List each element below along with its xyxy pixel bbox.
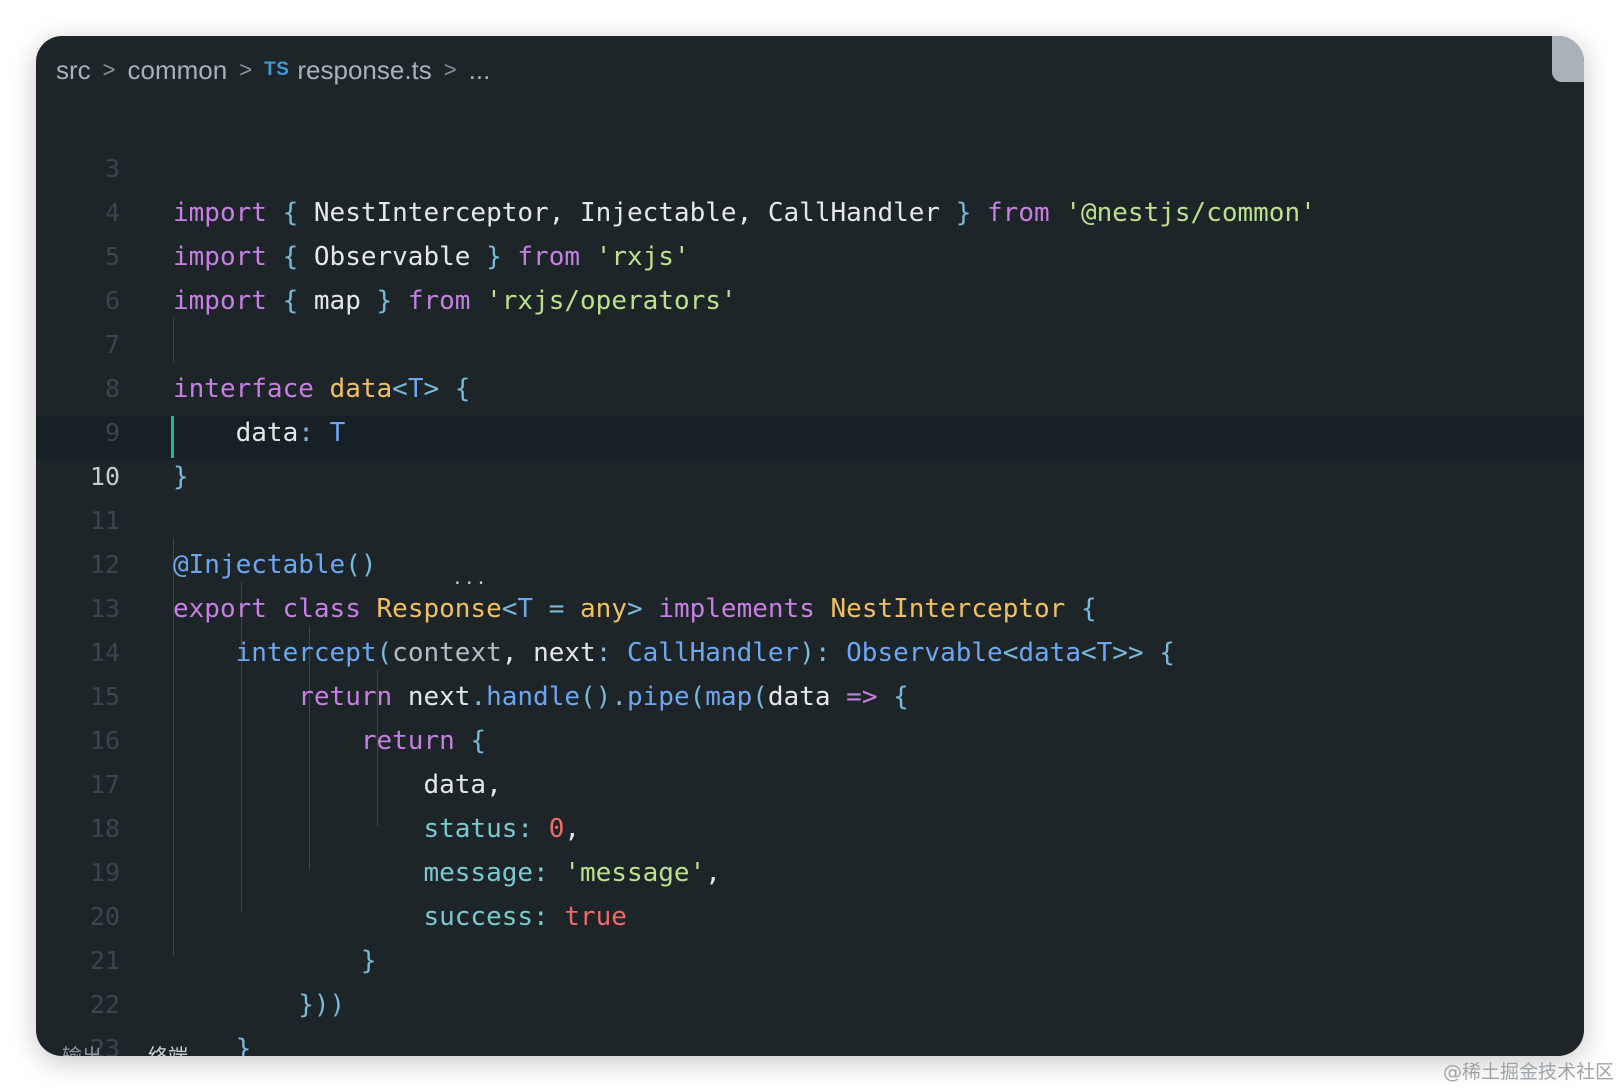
line-content: import { Observable } from 'rxjs'	[173, 242, 690, 272]
code-line: 6	[36, 235, 130, 315]
code-line: 15 return {	[36, 631, 486, 756]
breadcrumb-item-symbols[interactable]: ...	[469, 55, 491, 86]
chevron-right-icon: >	[102, 57, 116, 82]
code-line: 11 @Injectable()	[36, 455, 377, 580]
chevron-right-icon: >	[239, 57, 253, 82]
code-line: 14 return next.handle().pipe(map(data =>…	[36, 587, 909, 712]
code-line: 18 message: 'message',	[36, 763, 721, 888]
line-content: intercept(context, next: CallHandler): O…	[235, 638, 1175, 668]
code-line-active: 10	[36, 411, 130, 491]
line-content: @Injectable()	[173, 550, 377, 580]
scrollbar-thumb[interactable]	[1552, 36, 1584, 82]
tab-terminal[interactable]: 终端	[148, 1040, 188, 1056]
line-content: import { map } from 'rxjs/operators'	[173, 286, 737, 316]
code-line: 23 }	[36, 983, 130, 1056]
code-line: 16 data,	[36, 675, 502, 800]
line-content: success: true	[423, 902, 627, 932]
code-line: 7 interface data<T> {	[36, 279, 471, 404]
watermark: @稀土掘金技术社区	[1442, 1061, 1614, 1083]
line-content: message: 'message',	[423, 858, 721, 888]
line-content: }	[173, 462, 189, 492]
code-line: 13 intercept(context, next: CallHandler)…	[36, 543, 1175, 668]
breadcrumb-item-common[interactable]: common	[128, 55, 228, 86]
line-content: return next.handle().pipe(map(data => {	[298, 682, 909, 712]
code-line: 19 success: true	[36, 807, 627, 932]
code-line: 9 }	[36, 367, 189, 492]
breadcrumb: src > common > TS response.ts > ...	[56, 50, 490, 90]
line-content: data,	[423, 770, 502, 800]
line-content: return {	[360, 726, 487, 756]
code-line: 20 }	[36, 851, 377, 976]
line-content: interface data<T> {	[173, 374, 471, 404]
chevron-right-icon: >	[443, 57, 457, 82]
breadcrumb-item-src[interactable]: src	[56, 55, 91, 86]
panel-tabs: 输出 终端	[62, 1040, 188, 1056]
line-content: }))	[298, 990, 346, 1020]
line-content: }	[360, 946, 377, 976]
code-line: 21 }))	[36, 895, 345, 1020]
code-line: 4 import { Observable } from 'rxjs'	[36, 147, 690, 272]
line-content: status: 0,	[423, 814, 580, 844]
typescript-file-icon: TS	[264, 59, 290, 80]
code-line: 5 import { map } from 'rxjs/operators'	[36, 191, 737, 316]
line-content: import { NestInterceptor, Injectable, Ca…	[173, 198, 1316, 228]
code-area[interactable]: 3 import { NestInterceptor, Injectable, …	[36, 103, 1316, 1056]
code-line: 12 export class Response<T = any> implem…	[36, 499, 1097, 624]
line-content: export class Response<T = any> implement…	[173, 594, 1097, 624]
code-line: 3 import { NestInterceptor, Injectable, …	[36, 103, 1316, 228]
tab-output[interactable]: 输出	[62, 1040, 102, 1056]
editor-window: src > common > TS response.ts > ... 3 im…	[36, 36, 1584, 1056]
hover-hint-dots[interactable]: ...	[452, 568, 488, 589]
breadcrumb-item-file[interactable]: response.ts	[297, 55, 431, 86]
code-line: 8 data: T	[36, 323, 345, 448]
code-line: 22 }	[36, 939, 251, 1056]
indent-guide	[173, 318, 174, 362]
code-line: 17 status: 0,	[36, 719, 580, 844]
line-content: data: T	[235, 418, 346, 448]
